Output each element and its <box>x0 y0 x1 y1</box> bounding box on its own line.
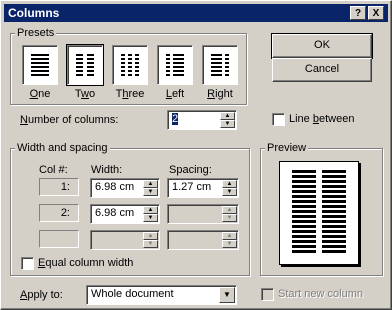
preset-left-label[interactable]: Left <box>152 88 198 100</box>
width-spinner-2[interactable]: ▲ ▼ <box>143 206 158 222</box>
preset-one-label[interactable]: One <box>17 88 63 100</box>
apply-to-select[interactable]: Whole document ▼ <box>86 285 237 305</box>
width-spacing-group-label: Width and spacing <box>15 142 110 154</box>
spacing-value-1: 1.27 cm <box>172 181 212 193</box>
preset-right-icon <box>211 54 229 76</box>
preset-left-icon <box>166 54 184 76</box>
col-number-1: 1: <box>39 178 79 196</box>
preview-columns-icon <box>292 170 346 253</box>
preset-right-label[interactable]: Right <box>197 88 243 100</box>
preset-one-icon <box>31 54 49 76</box>
chevron-down-icon[interactable]: ▼ <box>219 287 235 303</box>
col-number-3 <box>39 230 79 248</box>
spin-up-icon[interactable]: ▲ <box>143 206 158 214</box>
number-of-columns-value: 2 <box>172 113 179 125</box>
spacing-input-1[interactable]: 1.27 cm ▲ ▼ <box>167 178 239 198</box>
equal-column-width-checkbox[interactable] <box>21 257 34 270</box>
number-of-columns-spinner[interactable]: ▲ ▼ <box>220 112 235 128</box>
width-value-2: 6.98 cm <box>95 207 135 219</box>
line-between-checkbox[interactable] <box>272 113 285 126</box>
spin-down-icon: ▼ <box>143 240 158 248</box>
number-of-columns-input[interactable]: 2 ▲ ▼ <box>167 110 237 130</box>
spin-up-icon[interactable]: ▲ <box>220 112 235 120</box>
number-of-columns-label: Number of columns: <box>20 114 119 126</box>
spin-up-icon: ▲ <box>143 232 158 240</box>
preset-two-label[interactable]: Two <box>62 88 108 100</box>
title-bar: Columns ? X <box>4 4 388 22</box>
preset-three-label[interactable]: Three <box>107 88 153 100</box>
spacing-spinner-3: ▲ ▼ <box>222 232 237 248</box>
preset-right[interactable] <box>202 45 238 85</box>
start-new-column-label: Start new column <box>278 288 363 300</box>
spacing-input-2: ▲ ▼ <box>167 204 239 224</box>
preset-two[interactable] <box>66 44 104 86</box>
spin-down-icon[interactable]: ▼ <box>222 188 237 196</box>
line-between-label[interactable]: Line between <box>289 113 354 126</box>
spacing-input-3: ▲ ▼ <box>167 230 239 250</box>
preset-one[interactable] <box>22 45 58 85</box>
spacing-spinner-1[interactable]: ▲ ▼ <box>222 180 237 196</box>
preset-three[interactable] <box>112 45 148 85</box>
col-number-2: 2: <box>39 204 79 222</box>
close-button[interactable]: X <box>368 6 384 20</box>
preset-two-icon <box>76 54 94 76</box>
spin-down-icon: ▼ <box>222 240 237 248</box>
col-number-header: Col #: <box>39 164 68 176</box>
preset-three-icon <box>121 54 139 76</box>
width-value-1: 6.98 cm <box>95 181 135 193</box>
ok-button[interactable]: OK <box>271 33 373 59</box>
preview-page <box>279 161 359 265</box>
spin-down-icon[interactable]: ▼ <box>143 188 158 196</box>
equal-column-width-label[interactable]: Equal column width <box>38 257 133 270</box>
dialog-title: Columns <box>8 6 60 20</box>
cancel-button[interactable]: Cancel <box>272 58 372 82</box>
width-spinner-3: ▲ ▼ <box>143 232 158 248</box>
width-header: Width: <box>91 164 123 176</box>
columns-dialog: Columns ? X Presets One Two Three Left R… <box>0 0 392 310</box>
apply-to-value: Whole document <box>91 288 174 300</box>
spin-up-icon[interactable]: ▲ <box>143 180 158 188</box>
spacing-header: Spacing: <box>169 164 212 176</box>
spin-up-icon: ▲ <box>222 232 237 240</box>
width-input-1[interactable]: 6.98 cm ▲ ▼ <box>90 178 160 198</box>
start-new-column-checkbox <box>261 288 274 301</box>
width-spinner-1[interactable]: ▲ ▼ <box>143 180 158 196</box>
spin-up-icon: ▲ <box>222 206 237 214</box>
spin-down-icon: ▼ <box>222 214 237 222</box>
presets-group-label: Presets <box>15 27 57 39</box>
width-input-3: ▲ ▼ <box>90 230 160 250</box>
width-input-2[interactable]: 6.98 cm ▲ ▼ <box>90 204 160 224</box>
help-button[interactable]: ? <box>350 6 366 20</box>
spacing-spinner-2: ▲ ▼ <box>222 206 237 222</box>
spin-down-icon[interactable]: ▼ <box>143 214 158 222</box>
preset-left[interactable] <box>157 45 193 85</box>
spin-down-icon[interactable]: ▼ <box>220 120 235 128</box>
preview-group-label: Preview <box>265 142 309 154</box>
spin-up-icon[interactable]: ▲ <box>222 180 237 188</box>
apply-to-label: Apply to: <box>20 289 63 301</box>
